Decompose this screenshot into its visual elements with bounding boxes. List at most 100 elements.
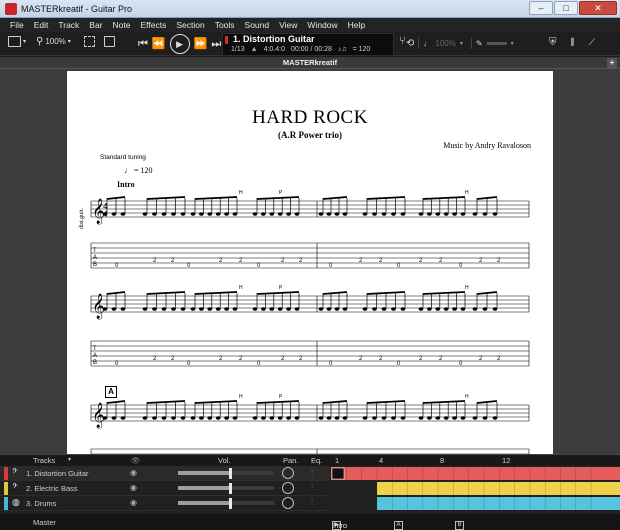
- speed-dropdown-icon[interactable]: ▾: [460, 40, 463, 47]
- track-clip[interactable]: [377, 482, 620, 495]
- note-head[interactable]: [326, 416, 332, 420]
- track-clip[interactable]: [377, 497, 620, 510]
- note-head[interactable]: [102, 212, 108, 216]
- note-head[interactable]: [261, 416, 266, 420]
- menu-view[interactable]: View: [279, 20, 297, 30]
- note-head[interactable]: [492, 212, 498, 216]
- pan-knob[interactable]: [282, 482, 294, 494]
- note-head[interactable]: [120, 416, 126, 420]
- menu-window[interactable]: Window: [307, 20, 337, 30]
- note-head[interactable]: [443, 416, 449, 420]
- note-head[interactable]: [120, 212, 126, 216]
- note-head[interactable]: [252, 416, 258, 420]
- go-to-end-icon[interactable]: ⏭: [211, 34, 221, 54]
- track-row[interactable]: ◍ 3. Drums ◉ ⫶: [0, 496, 330, 511]
- track-clip[interactable]: [331, 467, 620, 480]
- note-head[interactable]: [381, 212, 387, 216]
- pan-knob[interactable]: [282, 467, 294, 479]
- speed-note-icon[interactable]: ♩: [423, 39, 431, 48]
- zoom-icon[interactable]: ⚲: [36, 36, 43, 47]
- note-head[interactable]: [418, 307, 424, 311]
- note-head[interactable]: [224, 416, 230, 420]
- note-head[interactable]: [342, 212, 348, 216]
- menu-file[interactable]: File: [10, 20, 24, 30]
- note-head[interactable]: [372, 416, 377, 420]
- note-head[interactable]: [171, 416, 176, 420]
- note-head[interactable]: [492, 416, 498, 420]
- note-head[interactable]: [427, 416, 432, 420]
- note-head[interactable]: [460, 212, 466, 216]
- volume-slider[interactable]: [178, 486, 274, 490]
- tracks-dropdown-icon[interactable]: ▾: [68, 456, 71, 463]
- note-head[interactable]: [391, 416, 396, 420]
- note-head[interactable]: [120, 307, 126, 311]
- note-head[interactable]: [435, 307, 441, 311]
- add-tab-button[interactable]: +: [607, 58, 617, 68]
- note-head[interactable]: [400, 416, 406, 420]
- zoom-level[interactable]: 100%: [45, 37, 65, 46]
- note-head[interactable]: [372, 307, 377, 311]
- note-head[interactable]: [190, 307, 196, 311]
- note-head[interactable]: [152, 416, 157, 420]
- speed-value[interactable]: 100%: [435, 39, 455, 48]
- note-head[interactable]: [400, 307, 406, 311]
- note-head[interactable]: [190, 416, 196, 420]
- note-head[interactable]: [294, 416, 300, 420]
- note-head[interactable]: [269, 212, 275, 216]
- selected-bar-cursor[interactable]: [331, 467, 345, 480]
- note-head[interactable]: [492, 307, 498, 311]
- volume-handle[interactable]: [229, 483, 232, 494]
- note-head[interactable]: [342, 307, 348, 311]
- note-head[interactable]: [224, 212, 230, 216]
- note-head[interactable]: [142, 212, 148, 216]
- note-head[interactable]: [171, 307, 176, 311]
- note-head[interactable]: [443, 212, 449, 216]
- menu-effects[interactable]: Effects: [141, 20, 167, 30]
- note-head[interactable]: [381, 416, 387, 420]
- pen-icon[interactable]: ✎: [476, 39, 483, 48]
- go-to-start-icon[interactable]: ⏮: [138, 34, 148, 54]
- note-head[interactable]: [318, 416, 324, 420]
- note-head[interactable]: [207, 212, 213, 216]
- note-head[interactable]: [102, 307, 108, 311]
- note-head[interactable]: [418, 416, 424, 420]
- close-button[interactable]: ✕: [579, 1, 617, 15]
- note-head[interactable]: [362, 307, 368, 311]
- note-head[interactable]: [326, 212, 332, 216]
- pan-knob[interactable]: [282, 497, 294, 509]
- note-head[interactable]: [443, 307, 449, 311]
- menu-sound[interactable]: Sound: [245, 20, 270, 30]
- track-name[interactable]: 1. Distortion Guitar: [26, 469, 89, 478]
- note-head[interactable]: [215, 416, 221, 420]
- lcd-track-name[interactable]: 1. Distortion Guitar: [233, 34, 315, 44]
- note-head[interactable]: [482, 212, 488, 216]
- note-head[interactable]: [142, 416, 148, 420]
- menu-bar-item[interactable]: Bar: [89, 20, 102, 30]
- note-head[interactable]: [372, 212, 377, 216]
- tuner-fork-icon[interactable]: ⑂: [399, 35, 406, 47]
- note-head[interactable]: [190, 212, 196, 216]
- note-head[interactable]: [452, 416, 457, 420]
- note-head[interactable]: [161, 307, 167, 311]
- note-head[interactable]: [460, 307, 466, 311]
- note-head[interactable]: [391, 307, 396, 311]
- note-head[interactable]: [482, 307, 488, 311]
- minimize-button[interactable]: –: [529, 1, 553, 15]
- note-head[interactable]: [418, 212, 424, 216]
- previous-bar-icon[interactable]: ⏪: [152, 34, 166, 54]
- note-head[interactable]: [294, 212, 300, 216]
- note-head[interactable]: [111, 416, 117, 420]
- layout-dropdown-icon[interactable]: ▾: [23, 38, 26, 45]
- track-row[interactable]: 𝄢 2. Electric Bass ◉ ⫶: [0, 481, 330, 496]
- note-head[interactable]: [277, 307, 283, 311]
- note-head[interactable]: [152, 307, 157, 311]
- note-head[interactable]: [232, 416, 238, 420]
- note-head[interactable]: [435, 212, 441, 216]
- menu-section[interactable]: Section: [176, 20, 204, 30]
- note-head[interactable]: [334, 416, 340, 420]
- note-head[interactable]: [232, 212, 238, 216]
- note-head[interactable]: [207, 307, 213, 311]
- note-head[interactable]: [381, 307, 387, 311]
- guitar-neck-icon[interactable]: ⟋: [589, 37, 595, 48]
- note-head[interactable]: [277, 212, 283, 216]
